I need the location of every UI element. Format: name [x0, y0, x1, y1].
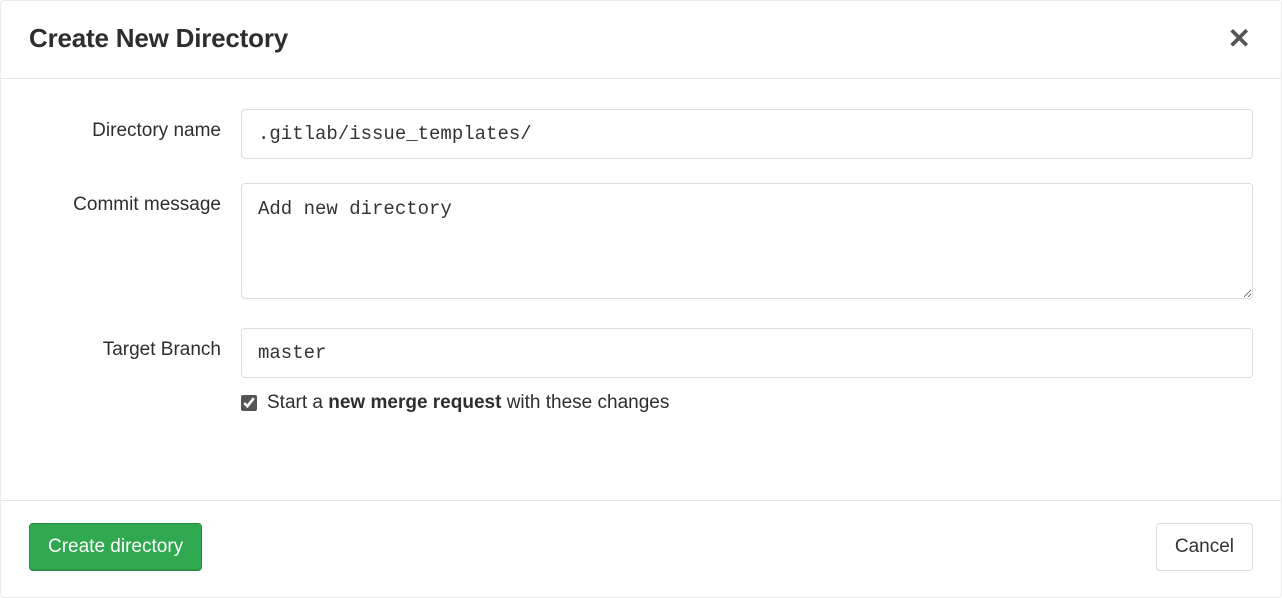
create-directory-button[interactable]: Create directory	[29, 523, 202, 571]
commit-message-row: Commit message	[29, 183, 1253, 304]
merge-request-label: Start a new merge request with these cha…	[267, 392, 669, 414]
create-directory-modal: Create New Directory ✕ Directory name Co…	[0, 0, 1282, 598]
merge-request-prefix: Start a	[267, 392, 328, 413]
merge-request-row: Start a new merge request with these cha…	[241, 392, 1253, 414]
commit-message-label: Commit message	[29, 183, 241, 218]
target-branch-row: Target Branch Start a new merge request …	[29, 328, 1253, 414]
merge-request-bold: new merge request	[328, 392, 501, 413]
target-branch-label: Target Branch	[29, 328, 241, 363]
modal-body: Directory name Commit message Target Bra…	[1, 79, 1281, 500]
modal-header: Create New Directory ✕	[1, 1, 1281, 79]
directory-name-label: Directory name	[29, 109, 241, 144]
commit-message-wrap	[241, 183, 1253, 304]
modal-footer: Create directory Cancel	[1, 500, 1281, 597]
modal-title: Create New Directory	[29, 23, 288, 54]
directory-name-row: Directory name	[29, 109, 1253, 159]
commit-message-textarea[interactable]	[241, 183, 1253, 299]
merge-request-suffix: with these changes	[501, 392, 669, 413]
target-branch-wrap: Start a new merge request with these cha…	[241, 328, 1253, 414]
close-icon[interactable]: ✕	[1226, 25, 1253, 53]
directory-name-wrap	[241, 109, 1253, 159]
target-branch-input[interactable]	[241, 328, 1253, 378]
directory-name-input[interactable]	[241, 109, 1253, 159]
merge-request-checkbox[interactable]	[241, 395, 257, 411]
cancel-button[interactable]: Cancel	[1156, 523, 1253, 571]
